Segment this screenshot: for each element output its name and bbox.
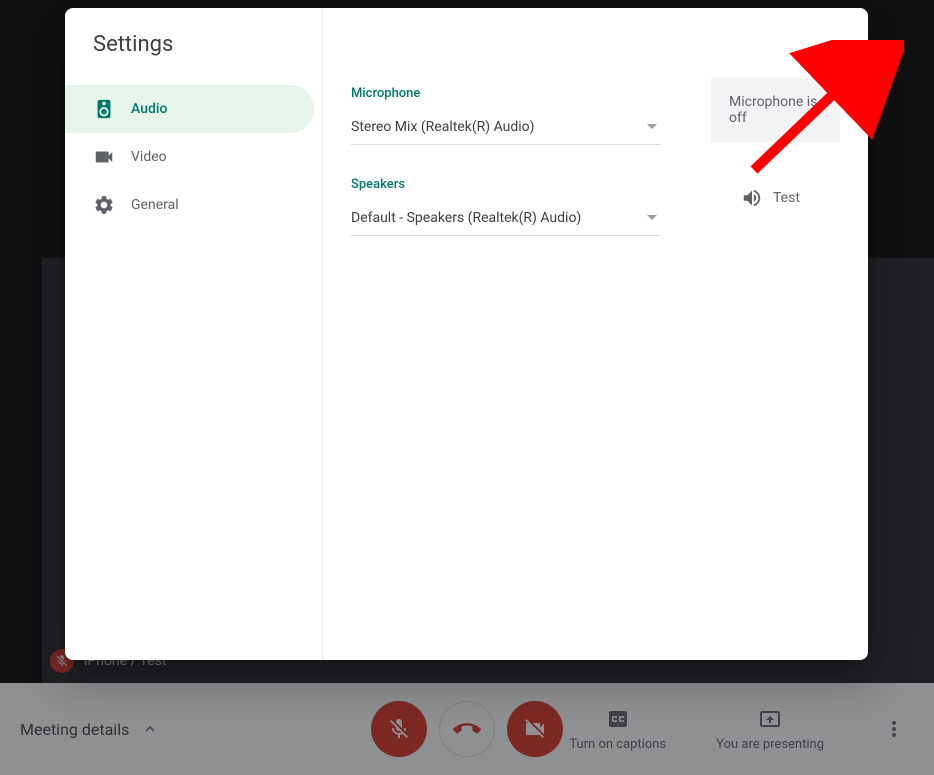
videocam-icon: [93, 146, 115, 168]
settings-sidebar: Settings Audio Video General: [65, 8, 323, 660]
sidebar-item-audio[interactable]: Audio: [65, 85, 314, 133]
settings-modal: Settings Audio Video General Microphone: [65, 8, 868, 660]
chevron-down-icon: [647, 215, 657, 220]
chevron-down-icon: [647, 124, 657, 129]
speakers-label: Speakers: [351, 177, 661, 192]
app-background: iPhone / Test Meeting details Turn on ca…: [0, 0, 934, 775]
speakers-value: Default - Speakers (Realtek(R) Audio): [351, 210, 581, 226]
sidebar-item-label: General: [131, 197, 179, 213]
sidebar-item-general[interactable]: General: [65, 181, 314, 229]
microphone-status: Microphone is off: [711, 78, 840, 142]
close-icon: [814, 38, 838, 62]
microphone-value: Stereo Mix (Realtek(R) Audio): [351, 119, 535, 135]
gear-icon: [93, 194, 115, 216]
sidebar-item-label: Video: [131, 149, 167, 165]
sidebar-item-video[interactable]: Video: [65, 133, 314, 181]
volume-icon: [741, 187, 763, 209]
settings-content: Microphone Stereo Mix (Realtek(R) Audio)…: [323, 8, 868, 660]
microphone-dropdown[interactable]: Stereo Mix (Realtek(R) Audio): [351, 109, 661, 145]
test-label: Test: [773, 190, 800, 206]
close-button[interactable]: [806, 30, 846, 70]
settings-title: Settings: [65, 32, 322, 85]
test-speakers-button[interactable]: Test: [741, 187, 800, 209]
microphone-label: Microphone: [351, 86, 661, 101]
speaker-icon: [93, 98, 115, 120]
speakers-dropdown[interactable]: Default - Speakers (Realtek(R) Audio): [351, 200, 661, 236]
sidebar-item-label: Audio: [131, 101, 167, 117]
